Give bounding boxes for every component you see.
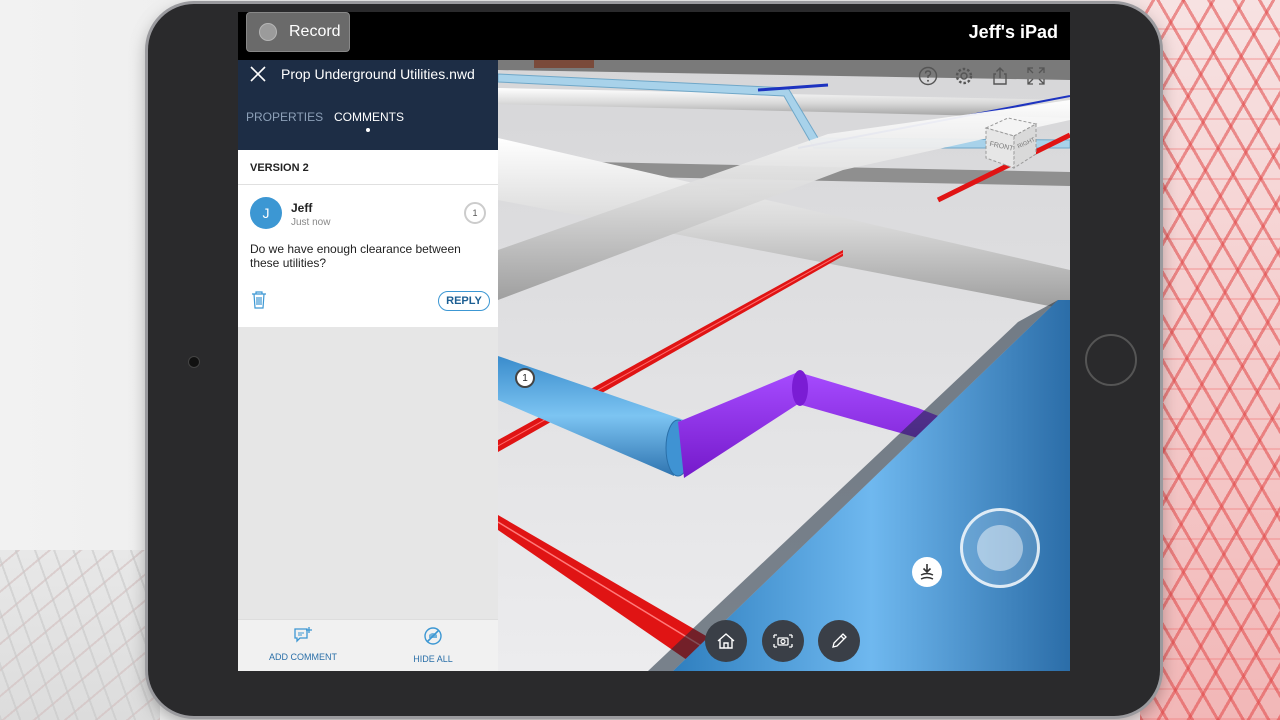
- reply-button[interactable]: REPLY: [438, 291, 490, 311]
- hide-all-label: HIDE ALL: [413, 654, 453, 664]
- record-dot-icon: [259, 23, 277, 41]
- add-comment-label: ADD COMMENT: [269, 652, 337, 662]
- background-decoration-right: [1140, 0, 1280, 720]
- 3d-viewport[interactable]: FRONT RIGHT 1: [498, 60, 1070, 671]
- comments-panel: Prop Underground Utilities.nwd PROPERTIE…: [238, 60, 498, 671]
- add-comment-icon: [294, 627, 312, 643]
- help-icon[interactable]: [918, 66, 938, 86]
- close-icon[interactable]: [250, 66, 266, 82]
- walk-mode-button[interactable]: [912, 557, 942, 587]
- navigation-joystick[interactable]: [960, 508, 1040, 588]
- panel-footer: ADD COMMENT HIDE ALL: [238, 619, 498, 671]
- comment-text: Do we have enough clearance between thes…: [250, 242, 461, 270]
- background-decoration-left: [0, 550, 160, 720]
- view-cube[interactable]: FRONT RIGHT: [978, 110, 1044, 176]
- comment-pin-marker[interactable]: 1: [515, 368, 535, 388]
- ipad-screen: Record Jeff's iPad Prop Underground Util…: [238, 12, 1070, 671]
- comment-author: Jeff: [291, 201, 313, 215]
- fullscreen-icon[interactable]: [1026, 66, 1046, 86]
- markup-pen-icon: [832, 633, 847, 648]
- device-name: Jeff's iPad: [968, 22, 1058, 42]
- comment-card: J Jeff Just now 1 Do we have enough clea…: [238, 185, 498, 327]
- joystick-knob[interactable]: [977, 525, 1023, 571]
- share-icon[interactable]: [990, 66, 1010, 86]
- tab-properties[interactable]: PROPERTIES: [246, 110, 323, 124]
- version-header: VERSION 2: [238, 150, 498, 185]
- home-view-button[interactable]: [705, 620, 747, 662]
- recording-bar: Record Jeff's iPad: [238, 12, 1070, 60]
- active-tab-indicator: [366, 128, 370, 132]
- home-hardware-button[interactable]: [1085, 334, 1137, 386]
- tab-comments[interactable]: COMMENTS: [334, 110, 404, 124]
- markup-button[interactable]: [818, 620, 860, 662]
- version-label: VERSION 2: [250, 162, 309, 174]
- walk-icon: [920, 564, 934, 580]
- hide-all-button[interactable]: HIDE ALL: [398, 626, 468, 664]
- home-icon: [717, 633, 735, 649]
- hide-all-icon: [424, 627, 442, 645]
- comment-time: Just now: [291, 217, 331, 228]
- file-title: Prop Underground Utilities.nwd: [281, 66, 475, 82]
- trash-icon[interactable]: [251, 291, 267, 309]
- camera-view-button[interactable]: [762, 620, 804, 662]
- record-button[interactable]: Record: [246, 12, 350, 52]
- settings-icon[interactable]: [954, 66, 974, 86]
- comment-pin-badge[interactable]: 1: [464, 202, 486, 224]
- add-comment-button[interactable]: ADD COMMENT: [268, 626, 338, 662]
- front-camera: [188, 356, 200, 368]
- panel-header: Prop Underground Utilities.nwd PROPERTIE…: [238, 60, 498, 150]
- camera-icon: [773, 634, 793, 648]
- avatar: J: [250, 197, 282, 229]
- record-label: Record: [289, 23, 341, 40]
